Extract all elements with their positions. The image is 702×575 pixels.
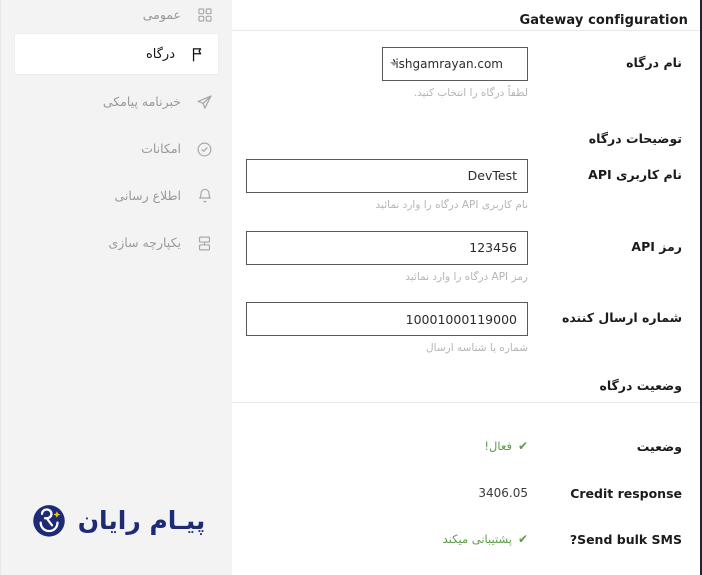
check-icon: ✔ (517, 439, 528, 454)
page-title: Gateway configuration (519, 13, 688, 28)
flag-icon (189, 45, 208, 64)
label-api-username: نام کاربری API (588, 166, 682, 182)
label-sender-number: شماره ارسال کننده (561, 310, 682, 326)
field-gateway-name: لطفاً درگاه را انتخاب کنید. (246, 47, 528, 101)
check-icon: ✔ (517, 531, 528, 546)
status-row-state: وضعیت ✔ فعال! (246, 431, 688, 455)
status-row-credit: Credit response 3406.05 (246, 478, 688, 502)
label-gateway-name: نام درگاه (626, 55, 682, 70)
sidebar-item-general[interactable]: عمومی (1, 0, 232, 30)
help-api-password: رمز API درگاه را وارد نمائید (405, 270, 528, 283)
help-api-username: نام کاربری API درگاه را وارد نمائید (375, 198, 528, 211)
sender-number-input[interactable] (246, 302, 528, 337)
form-row-api-username: نام کاربری API نام کاربری API درگاه را و… (246, 158, 688, 213)
status-state-text: فعال! (484, 439, 512, 454)
field-api-password: رمز API درگاه را وارد نمائید (246, 230, 528, 285)
label-api-password: رمز API (631, 238, 682, 254)
status-section: وضعیت درگاه وضعیت ✔ فعال! Credit respons… (232, 370, 702, 548)
label-gateway-description: توضیحات درگاه (588, 130, 682, 146)
sidebar-item-label: درگاه (145, 46, 175, 62)
credit-response-text: 3406.05 (478, 485, 528, 500)
form-row-sender-number: شماره ارسال کننده شماره یا شناسه ارسال (246, 302, 688, 356)
sidebar-item-integration[interactable]: یکپارچه سازی (1, 224, 232, 262)
label-credit-response: Credit response (570, 485, 682, 501)
status-section-title: وضعیت درگاه (599, 378, 682, 393)
api-username-input[interactable] (246, 158, 528, 193)
gateway-name-select[interactable] (382, 47, 528, 81)
integration-icon (195, 234, 214, 253)
api-password-input[interactable] (246, 230, 528, 265)
check-circle-icon (195, 140, 214, 159)
label-send-bulk-sms: ?Send bulk SMS (569, 531, 682, 547)
bulk-sms-text: پشتیبانی میکند (442, 531, 512, 546)
gateway-config-form: نام درگاه لطفاً درگاه را انتخاب کنید. تو… (232, 47, 702, 356)
sidebar-nav: عمومی درگاه خبرنامه پیامکی امکانات اطلاع… (1, 0, 232, 262)
brand-logo: پیـام رایان (1, 499, 232, 541)
status-value-state: ✔ فعال! (246, 431, 528, 453)
sidebar-item-label: خبرنامه پیامکی (102, 93, 181, 109)
field-sender-number: شماره یا شناسه ارسال (246, 302, 528, 356)
send-icon (195, 93, 214, 112)
form-row-gateway-name: نام درگاه لطفاً درگاه را انتخاب کنید. (246, 47, 688, 101)
sidebar-item-sms-newsletter[interactable]: خبرنامه پیامکی (1, 83, 232, 121)
bell-icon (195, 187, 214, 206)
status-section-title-row: وضعیت درگاه (246, 370, 688, 394)
help-gateway-name: لطفاً درگاه را انتخاب کنید. (413, 87, 528, 99)
sidebar-item-label: اطلاع رسانی (114, 187, 181, 203)
main-content: Gateway configuration نام درگاه لطفاً در… (232, 0, 702, 575)
status-value-credit: 3406.05 (246, 478, 528, 500)
header-divider (232, 30, 702, 31)
field-api-username: نام کاربری API درگاه را وارد نمائید (246, 158, 528, 213)
sidebar-item-features[interactable]: امکانات (1, 130, 232, 168)
app-window: Gateway configuration نام درگاه لطفاً در… (0, 0, 702, 575)
gateway-name-select-wrap[interactable] (382, 47, 528, 81)
brand-mark-icon (28, 499, 70, 541)
brand-name: پیـام رایان (77, 505, 206, 535)
grid-icon (195, 6, 214, 25)
help-sender-number: شماره یا شناسه ارسال (426, 342, 528, 355)
label-status-state: وضعیت (636, 439, 682, 455)
sidebar: عمومی درگاه خبرنامه پیامکی امکانات اطلاع… (0, 0, 232, 575)
sidebar-item-label: یکپارچه سازی (108, 234, 181, 250)
sidebar-item-gateway[interactable]: درگاه (15, 34, 218, 74)
sidebar-item-notifications[interactable]: اطلاع رسانی (1, 177, 232, 215)
sidebar-item-label: امکانات (141, 140, 181, 156)
form-row-gateway-description: توضیحات درگاه (246, 123, 688, 147)
status-row-bulk-sms: ?Send bulk SMS ✔ پشتیبانی میکند (246, 524, 688, 548)
status-value-bulk-sms: ✔ پشتیبانی میکند (246, 524, 528, 546)
form-row-api-password: رمز API رمز API درگاه را وارد نمائید (246, 230, 688, 285)
sidebar-item-label: عمومی (142, 6, 181, 22)
